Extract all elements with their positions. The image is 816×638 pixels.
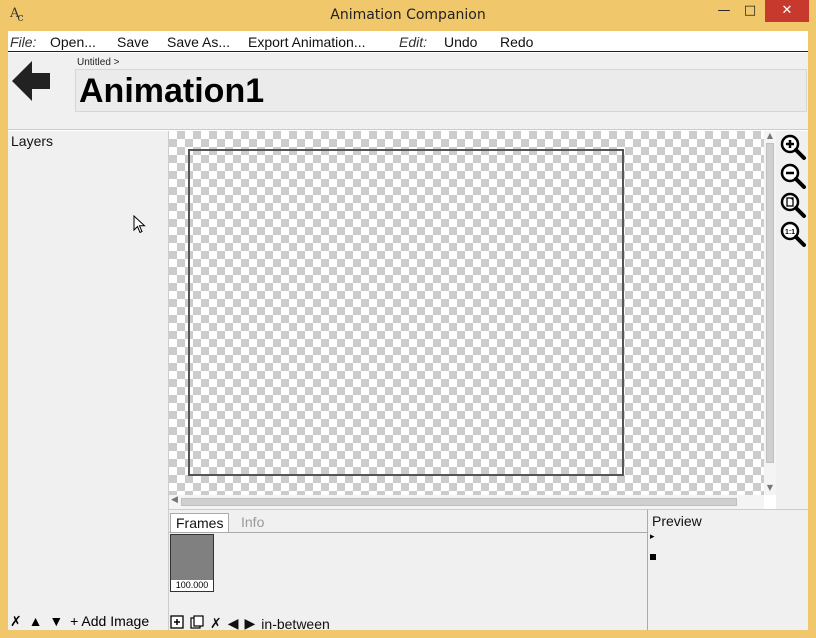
edit-label: Edit: xyxy=(399,34,428,50)
scroll-left-arrow-icon[interactable]: ◀ xyxy=(171,495,178,505)
frame-thumbnail[interactable]: 100.000 xyxy=(170,534,214,592)
layers-panel: Layers ✗ ▲ ▼ + Add Image xyxy=(8,131,169,630)
horizontal-scrollbar[interactable]: ◀ xyxy=(169,495,764,509)
close-button[interactable]: ✕ xyxy=(765,0,809,22)
next-frame-button[interactable]: ▶ xyxy=(245,615,256,630)
open-menu-item[interactable]: Open... xyxy=(50,34,96,50)
frame-duration-label: 100.000 xyxy=(171,580,213,591)
duplicate-frame-button[interactable] xyxy=(190,615,204,630)
tab-info[interactable]: Info xyxy=(236,513,269,533)
zoom-in-icon xyxy=(780,134,806,160)
maximize-button[interactable]: □ xyxy=(737,0,763,22)
play-button[interactable]: ▸ xyxy=(650,532,655,542)
canvas[interactable] xyxy=(169,131,764,498)
zoom-out-button[interactable] xyxy=(779,162,807,190)
horizontal-scroll-thumb[interactable] xyxy=(181,498,737,506)
back-arrow-icon xyxy=(12,61,50,101)
zoom-actual-size-button[interactable]: 1:1 xyxy=(779,220,807,248)
vertical-scrollbar[interactable]: ▲ ▼ xyxy=(764,131,776,495)
zoom-toolbar: 1:1 xyxy=(776,131,808,509)
scroll-down-arrow-icon[interactable]: ▼ xyxy=(764,483,776,492)
move-layer-up-button[interactable]: ▲ xyxy=(29,613,43,629)
preview-title: Preview xyxy=(652,513,702,529)
layers-title: Layers xyxy=(11,133,54,149)
app-window: Ac Animation Companion — □ ✕ File: Open.… xyxy=(0,0,816,638)
stop-button[interactable] xyxy=(650,554,656,560)
export-animation-menu-item[interactable]: Export Animation... xyxy=(248,34,366,50)
zoom-out-icon xyxy=(780,163,806,189)
zoom-in-button[interactable] xyxy=(779,133,807,161)
breadcrumb[interactable]: Untitled > xyxy=(77,57,120,68)
window-title: Animation Companion xyxy=(330,7,486,23)
zoom-fit-button[interactable] xyxy=(779,191,807,219)
menu-bar: File: Open... Save Save As... Export Ani… xyxy=(8,31,808,52)
previous-frame-button[interactable]: ◀ xyxy=(228,615,239,630)
zoom-fit-page-icon xyxy=(780,192,806,218)
scroll-up-arrow-icon[interactable]: ▲ xyxy=(764,131,776,140)
undo-menu-item[interactable]: Undo xyxy=(444,34,477,50)
preview-panel: Preview ▸ xyxy=(647,509,808,630)
vertical-scroll-thumb[interactable] xyxy=(766,143,774,463)
delete-frame-button[interactable]: ✗ xyxy=(210,615,222,630)
add-image-button[interactable]: + Add Image xyxy=(70,613,149,629)
mouse-cursor-icon xyxy=(133,215,146,234)
duplicate-frame-icon xyxy=(190,615,204,629)
frames-panel: Frames Info 100.000 ✗ ◀ ▶ in-between xyxy=(169,509,647,630)
file-label: File: xyxy=(10,34,37,50)
tab-frames[interactable]: Frames xyxy=(170,513,230,533)
frame-boundary xyxy=(188,149,624,476)
back-button[interactable] xyxy=(10,59,54,103)
zoom-actual-size-icon: 1:1 xyxy=(780,221,806,247)
minimize-button[interactable]: — xyxy=(711,0,737,22)
document-header: Untitled > Animation1 xyxy=(8,53,808,130)
frames-list: 100.000 ✗ ◀ ▶ in-between xyxy=(169,532,647,630)
save-as-menu-item[interactable]: Save As... xyxy=(167,34,230,50)
frames-toolbar: ✗ ◀ ▶ in-between xyxy=(170,615,336,630)
save-menu-item[interactable]: Save xyxy=(117,34,149,50)
layers-toolbar: ✗ ▲ ▼ + Add Image xyxy=(10,613,152,630)
move-layer-down-button[interactable]: ▼ xyxy=(49,613,63,629)
client-area: File: Open... Save Save As... Export Ani… xyxy=(8,31,808,630)
animation-name: Animation1 xyxy=(79,72,265,110)
title-bar[interactable]: Ac Animation Companion — □ ✕ xyxy=(0,0,816,31)
svg-text:1:1: 1:1 xyxy=(785,229,795,236)
add-frame-icon xyxy=(170,615,184,629)
redo-menu-item[interactable]: Redo xyxy=(500,34,533,50)
delete-layer-button[interactable]: ✗ xyxy=(10,613,22,629)
add-frame-button[interactable] xyxy=(170,615,184,630)
animation-name-field[interactable]: Animation1 xyxy=(75,69,807,112)
in-between-button[interactable]: in-between xyxy=(261,616,330,631)
